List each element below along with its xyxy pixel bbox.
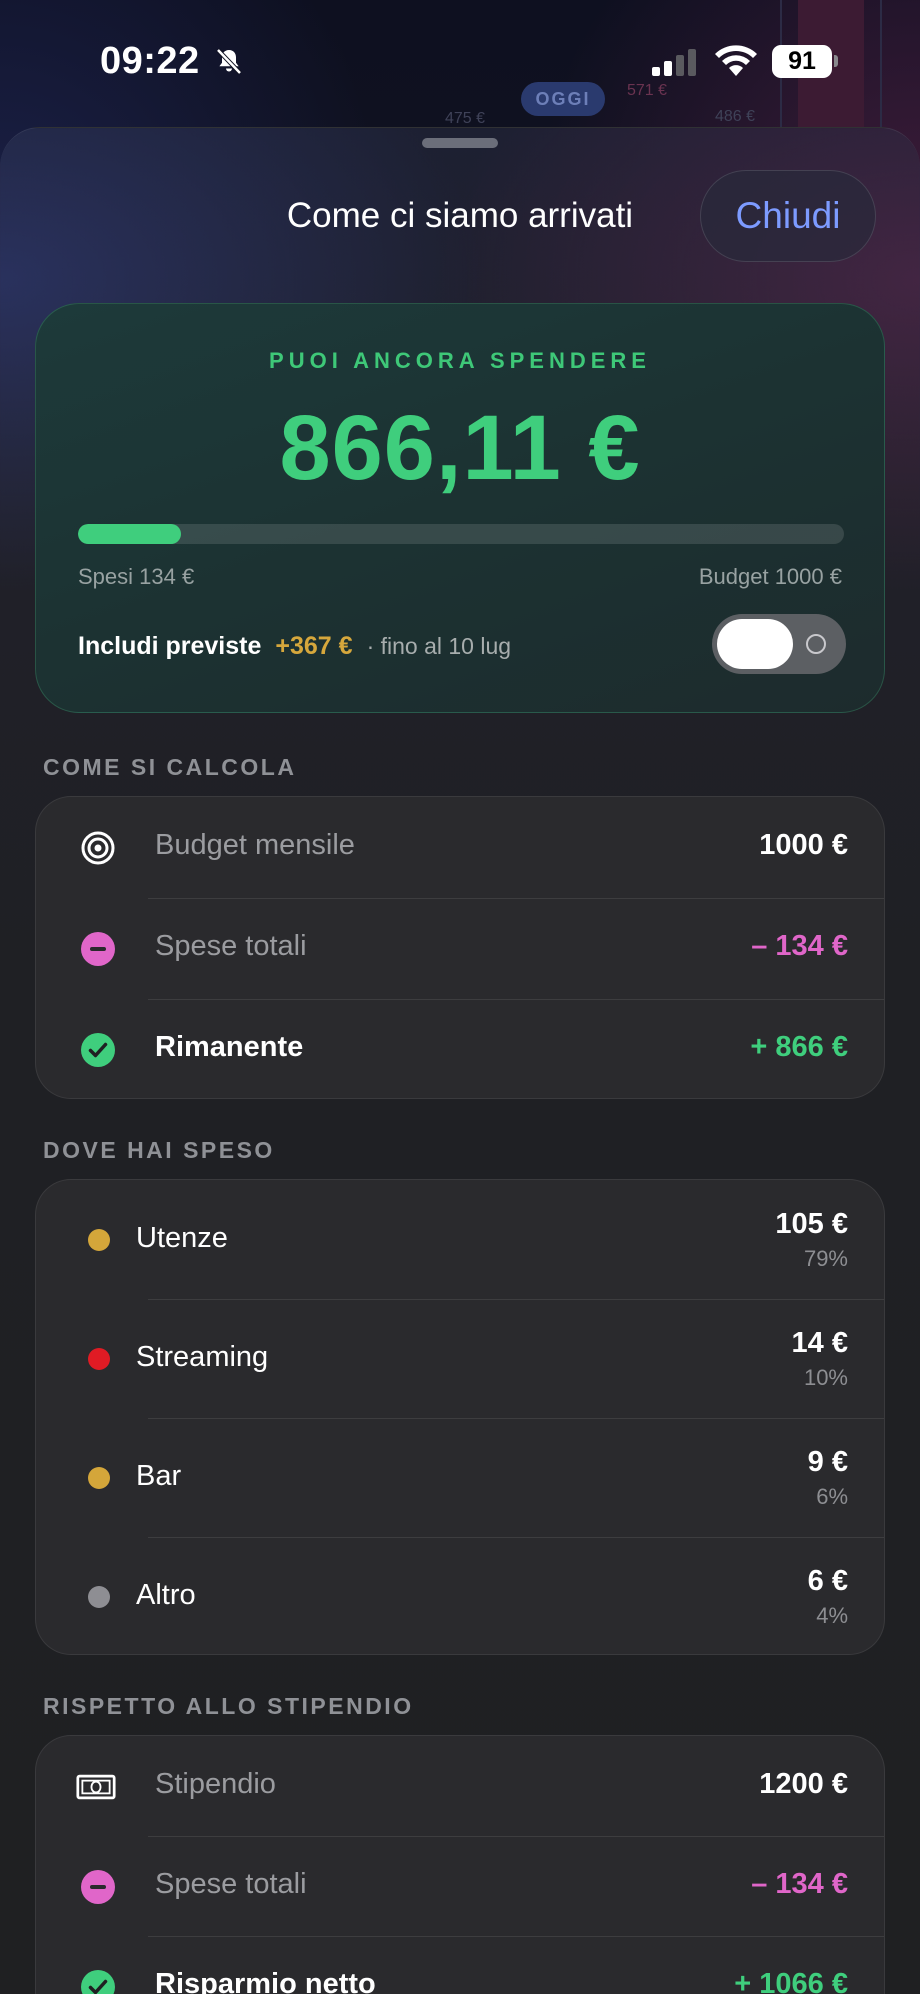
- calculation-card: Budget mensile 1000 € Spese totali – 134…: [35, 796, 885, 1099]
- category-percent: 4%: [816, 1603, 848, 1628]
- check-circle-icon: [80, 1969, 116, 1994]
- spend-row[interactable]: Streaming 14 € 10%: [36, 1299, 884, 1418]
- details-sheet: Come ci siamo arrivati Chiudi PUOI ANCOR…: [0, 127, 920, 1994]
- minus-circle-icon: [80, 931, 116, 967]
- include-forecast-toggle[interactable]: [712, 614, 846, 674]
- include-forecast-label: Includi previste: [78, 632, 262, 660]
- battery-icon: 91: [772, 45, 832, 78]
- category-label: Streaming: [136, 1341, 269, 1373]
- category-color-dot: [88, 1467, 110, 1489]
- section-label-salary: RISPETTO ALLO STIPENDIO: [43, 1693, 414, 1719]
- category-percent: 10%: [803, 1365, 848, 1390]
- minus-circle-icon: [80, 1869, 116, 1905]
- salary-comparison-card: Stipendio 1200 € Spese totali – 134 € Ri…: [35, 1735, 885, 1994]
- budget-label: Budget 1000 €: [698, 564, 842, 589]
- category-color-dot: [88, 1229, 110, 1251]
- close-button[interactable]: Chiudi: [700, 170, 876, 262]
- category-label: Utenze: [136, 1222, 228, 1254]
- category-amount: 9 €: [807, 1446, 848, 1478]
- include-forecast-row: Includi previste +367 € · fino al 10 lug: [78, 632, 511, 661]
- section-label-calc: COME SI CALCOLA: [43, 754, 297, 780]
- calc-value: – 134 €: [751, 930, 848, 962]
- category-percent: 6%: [816, 1484, 848, 1509]
- remaining-amount: 866,11 €: [279, 397, 641, 499]
- budget-progress-bar: [78, 524, 844, 544]
- calc-value: + 866 €: [750, 1031, 848, 1063]
- salary-row-expenses: Spese totali – 134 €: [36, 1836, 884, 1936]
- spending-breakdown-card: Utenze 105 € 79% Streaming 14 € 10% Bar …: [35, 1179, 885, 1655]
- toggle-off-indicator-icon: [806, 634, 826, 654]
- include-forecast-until: · fino al 10 lug: [366, 633, 512, 659]
- salary-value: + 1066 €: [734, 1968, 848, 1994]
- salary-value: 1200 €: [759, 1768, 848, 1800]
- category-amount: 14 €: [791, 1327, 848, 1359]
- calc-row-expenses: Spese totali – 134 €: [36, 898, 884, 999]
- toggle-knob: [717, 619, 793, 669]
- check-circle-icon: [80, 1032, 116, 1068]
- wifi-icon: [715, 45, 757, 76]
- category-color-dot: [88, 1348, 110, 1370]
- include-forecast-value: +367 €: [275, 632, 353, 660]
- category-label: Bar: [136, 1460, 182, 1492]
- salary-row-income: Stipendio 1200 €: [36, 1736, 884, 1836]
- target-icon: [80, 830, 116, 866]
- category-amount: 6 €: [807, 1565, 848, 1597]
- battery-tip: [834, 55, 838, 67]
- salary-row-savings: Risparmio netto + 1066 €: [36, 1936, 884, 1994]
- salary-label: Stipendio: [155, 1768, 276, 1800]
- remaining-eyebrow: PUOI ANCORA SPENDERE: [269, 348, 651, 373]
- spend-row[interactable]: Bar 9 € 6%: [36, 1418, 884, 1537]
- banknote-icon: [76, 1769, 116, 1805]
- budget-progress-fill: [78, 524, 181, 544]
- calc-row-budget: Budget mensile 1000 €: [36, 797, 884, 898]
- category-label: Altro: [136, 1579, 196, 1611]
- status-bar: 09:22 91: [0, 0, 920, 124]
- calc-label: Budget mensile: [155, 829, 355, 861]
- calc-label: Spese totali: [155, 930, 307, 962]
- sheet-grabber[interactable]: [422, 138, 498, 148]
- calc-row-remaining: Rimanente + 866 €: [36, 999, 884, 1098]
- bell-muted-icon: [216, 48, 242, 75]
- category-amount: 105 €: [775, 1208, 848, 1240]
- calc-label: Rimanente: [155, 1031, 304, 1063]
- spend-row[interactable]: Altro 6 € 4%: [36, 1537, 884, 1654]
- status-time: 09:22: [100, 40, 200, 82]
- salary-value: – 134 €: [751, 1868, 848, 1900]
- category-color-dot: [88, 1586, 110, 1608]
- salary-label: Spese totali: [155, 1868, 307, 1900]
- remaining-budget-card: PUOI ANCORA SPENDERE 866,11 € Spesi 134 …: [35, 303, 885, 713]
- spend-row[interactable]: Utenze 105 € 79%: [36, 1180, 884, 1299]
- salary-label: Risparmio netto: [155, 1968, 376, 1994]
- section-label-spend: DOVE HAI SPESO: [43, 1137, 275, 1163]
- spent-label: Spesi 134 €: [78, 564, 195, 589]
- cellular-signal-icon: [652, 48, 696, 76]
- category-percent: 79%: [803, 1246, 848, 1271]
- calc-value: 1000 €: [759, 829, 848, 861]
